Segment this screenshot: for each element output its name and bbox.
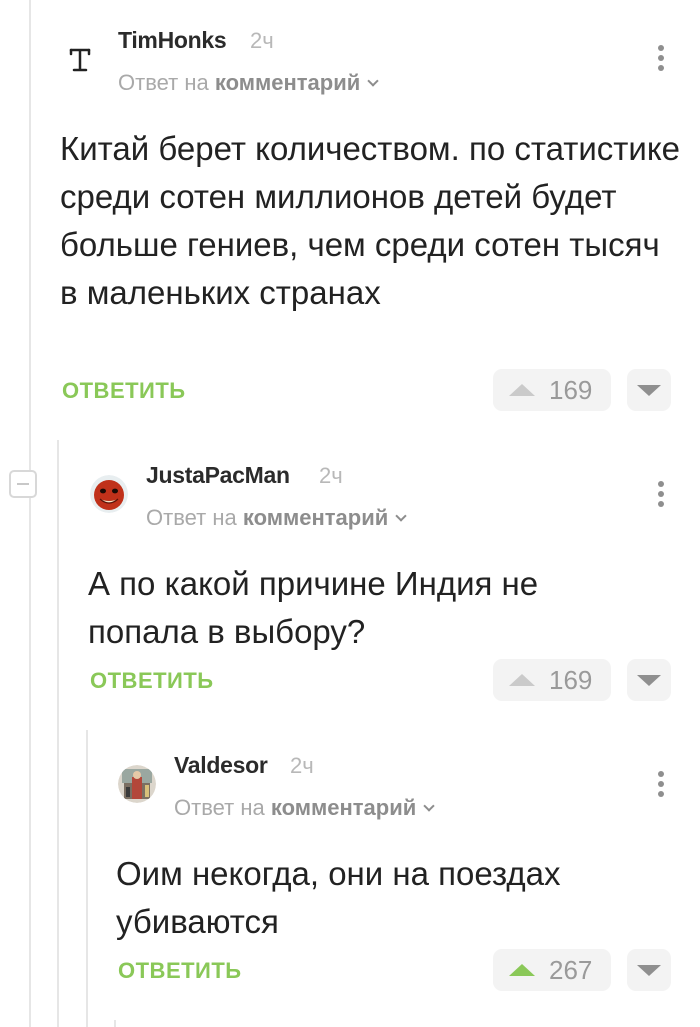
arrow-up-icon — [509, 674, 535, 686]
upvote-button[interactable]: 169 — [493, 369, 611, 411]
chevron-down-icon — [395, 510, 407, 522]
comment-author[interactable]: TimHonks — [118, 27, 227, 54]
avatar-face-image — [90, 475, 128, 513]
reply-to-prefix: Ответ на — [174, 795, 265, 820]
reply-to-link[interactable]: Ответ на комментарий — [174, 795, 435, 821]
upvote-button[interactable]: 267 — [493, 949, 611, 991]
chevron-down-icon — [367, 75, 379, 87]
thread-line-level-1 — [57, 440, 59, 1027]
rating-count: 267 — [549, 954, 593, 985]
comment-text: Оим некогда, они на поездах убиваются — [116, 855, 561, 940]
more-vertical-icon[interactable] — [654, 771, 668, 799]
reply-to-target: комментарий — [242, 505, 389, 530]
arrow-down-icon — [637, 964, 661, 976]
reply-to-link[interactable]: Ответ на комментарий — [146, 505, 407, 531]
reply-to-target: комментарий — [214, 70, 361, 95]
rating-count: 169 — [549, 374, 593, 405]
thread-line-level-3 — [114, 1020, 116, 1027]
avatar[interactable] — [62, 40, 100, 78]
avatar[interactable] — [118, 765, 156, 803]
downvote-button[interactable] — [627, 949, 671, 991]
collapse-thread-button[interactable] — [9, 470, 37, 498]
comment-time: 2ч — [250, 28, 274, 53]
arrow-up-icon — [509, 384, 535, 396]
reply-to-prefix: Ответ на — [118, 70, 209, 95]
comment-time: 2ч — [319, 463, 343, 488]
upvote-button[interactable]: 169 — [493, 659, 611, 701]
comment-text: Китай берет количеством. по статистике с… — [60, 130, 680, 311]
comment-text: А по какой причине Индия не попала в выб… — [88, 565, 539, 650]
reply-button[interactable]: ответить — [90, 668, 214, 694]
reply-to-link[interactable]: Ответ на комментарий — [118, 70, 379, 96]
chevron-down-icon — [423, 800, 435, 812]
reply-to-prefix: Ответ на — [146, 505, 237, 530]
more-vertical-icon[interactable] — [654, 45, 668, 73]
avatar[interactable] — [90, 475, 128, 513]
collapse-minus-icon — [17, 483, 29, 485]
reply-button[interactable]: ответить — [62, 378, 186, 404]
avatar-photo-image — [118, 765, 156, 803]
more-vertical-icon[interactable] — [654, 481, 668, 509]
thread-line-level-2 — [86, 730, 88, 1027]
comment-author[interactable]: Valdesor — [174, 752, 268, 779]
reply-button[interactable]: ответить — [118, 958, 242, 984]
downvote-button[interactable] — [627, 659, 671, 701]
avatar-logo-icon — [69, 48, 91, 72]
rating-count: 169 — [549, 664, 593, 695]
arrow-down-icon — [637, 384, 661, 396]
arrow-down-icon — [637, 674, 661, 686]
reply-to-target: комментарий — [270, 795, 417, 820]
arrow-up-icon — [509, 964, 535, 976]
downvote-button[interactable] — [627, 369, 671, 411]
comment-time: 2ч — [290, 753, 314, 778]
thread-line-level-0 — [29, 0, 31, 1027]
comment-author[interactable]: JustaPacMan — [146, 462, 290, 489]
